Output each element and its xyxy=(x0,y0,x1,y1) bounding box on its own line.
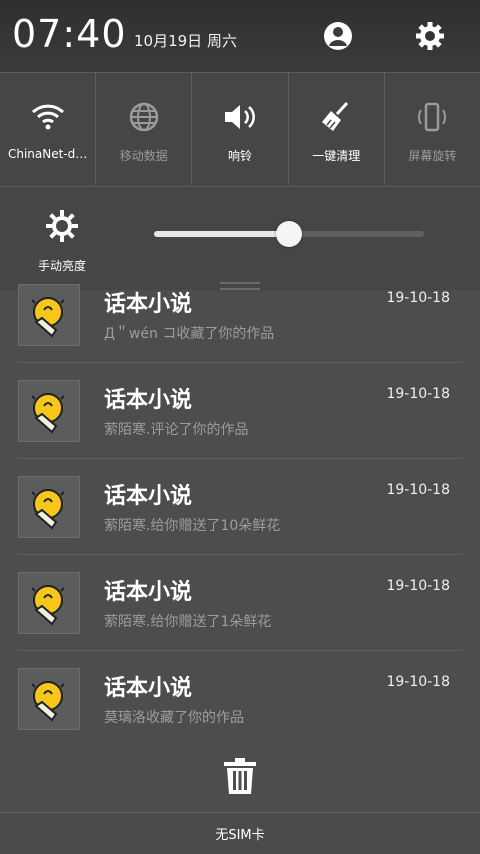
date: 10月19日 周六 xyxy=(134,32,237,50)
toggle-label: 屏幕旋转 xyxy=(408,149,457,163)
divider xyxy=(18,362,462,363)
rotate-phone-icon xyxy=(412,97,452,137)
notification-title: 话本小说 xyxy=(104,388,193,413)
divider xyxy=(18,458,462,459)
notification-item[interactable]: 话本小说 19-10-18 萦陌寒.给你赠送了10朵鲜花 xyxy=(0,476,480,572)
clock: 07:40 xyxy=(12,12,127,56)
notification-text: 莫璃洛收藏了你的作品 xyxy=(104,710,244,726)
notification-title: 话本小说 xyxy=(104,580,193,605)
brightness-panel: 手动亮度 xyxy=(0,186,480,290)
trash-icon xyxy=(224,758,256,794)
toggle-mobile-data[interactable]: 移动数据 xyxy=(96,73,193,185)
lightbulb-pen-icon xyxy=(31,393,65,434)
notification-item[interactable]: 话本小说 19-10-18 萦陌寒.评论了你的作品 xyxy=(0,380,480,476)
speaker-icon xyxy=(220,97,260,137)
globe-icon xyxy=(124,97,164,137)
notification-item[interactable]: 话本小说 19-10-18 莫璃洛收藏了你的作品 xyxy=(0,668,480,764)
gear-icon xyxy=(416,22,444,50)
toggle-ringer[interactable]: 响铃 xyxy=(192,73,289,185)
brightness-slider-thumb[interactable] xyxy=(276,221,302,247)
notification-time: 19-10-18 xyxy=(386,386,450,402)
divider xyxy=(18,650,462,651)
app-icon xyxy=(18,476,80,538)
app-icon xyxy=(18,380,80,442)
toggle-wifi[interactable]: ChinaNet-d… xyxy=(0,73,97,185)
brightness-label: 手动亮度 xyxy=(37,259,86,273)
notification-title: 话本小说 xyxy=(104,292,193,317)
notification-time: 19-10-18 xyxy=(386,482,450,498)
auto-brightness-toggle[interactable]: 手动亮度 xyxy=(26,209,98,274)
toggle-label: 移动数据 xyxy=(119,149,168,163)
brightness-slider[interactable] xyxy=(154,221,424,247)
profile-icon xyxy=(324,22,352,50)
clear-all-button[interactable] xyxy=(220,756,260,796)
notification-list: 话本小说 19-10-18 Д＂wén コ收藏了你的作品 话本小说 19-10-… xyxy=(0,276,480,772)
carrier-bar: 无SIM卡 xyxy=(0,812,480,854)
toggle-label: ChinaNet-d… xyxy=(7,147,88,161)
wifi-icon xyxy=(28,97,68,137)
quick-settings-panel: ChinaNet-d… 移动数据 响铃 一键清理 屏幕旋转 xyxy=(0,72,480,186)
toggle-clean[interactable]: 一键清理 xyxy=(289,73,385,185)
app-icon xyxy=(18,572,80,634)
notification-time: 19-10-18 xyxy=(386,674,450,690)
notification-text: 萦陌寒.给你赠送了10朵鲜花 xyxy=(104,518,281,534)
notification-text: 萦陌寒.给你赠送了1朵鲜花 xyxy=(104,614,272,630)
notification-title: 话本小说 xyxy=(104,484,193,509)
notification-text: 萦陌寒.评论了你的作品 xyxy=(104,422,249,438)
notification-shade: 07:40 10月19日 周六 ChinaNet-d… 移动数据 响铃 一键清理… xyxy=(0,0,480,854)
notification-item[interactable]: 话本小说 19-10-18 Д＂wén コ收藏了你的作品 xyxy=(0,284,480,380)
notification-time: 19-10-18 xyxy=(386,290,450,306)
carrier-label: 无SIM卡 xyxy=(215,828,265,843)
app-icon xyxy=(18,284,80,346)
toggle-label: 响铃 xyxy=(228,149,253,163)
brightness-slider-fill xyxy=(154,231,289,237)
profile-button[interactable] xyxy=(316,14,360,58)
lightbulb-pen-icon xyxy=(31,489,65,530)
status-header: 07:40 10月19日 周六 xyxy=(0,0,480,72)
notification-time: 19-10-18 xyxy=(386,578,450,594)
toggle-screen-rotation[interactable]: 屏幕旋转 xyxy=(385,73,480,185)
lightbulb-pen-icon xyxy=(31,585,65,626)
lightbulb-pen-icon xyxy=(31,681,65,722)
broom-icon xyxy=(316,97,356,137)
toggle-label: 一键清理 xyxy=(312,149,361,163)
settings-button[interactable] xyxy=(408,14,452,58)
lightbulb-pen-icon xyxy=(31,297,65,338)
notification-item[interactable]: 话本小说 19-10-18 萦陌寒.给你赠送了1朵鲜花 xyxy=(0,572,480,668)
app-icon xyxy=(18,668,80,730)
divider xyxy=(18,554,462,555)
notification-text: Д＂wén コ收藏了你的作品 xyxy=(104,326,275,342)
notification-title: 话本小说 xyxy=(104,676,193,701)
brightness-icon xyxy=(46,210,78,242)
